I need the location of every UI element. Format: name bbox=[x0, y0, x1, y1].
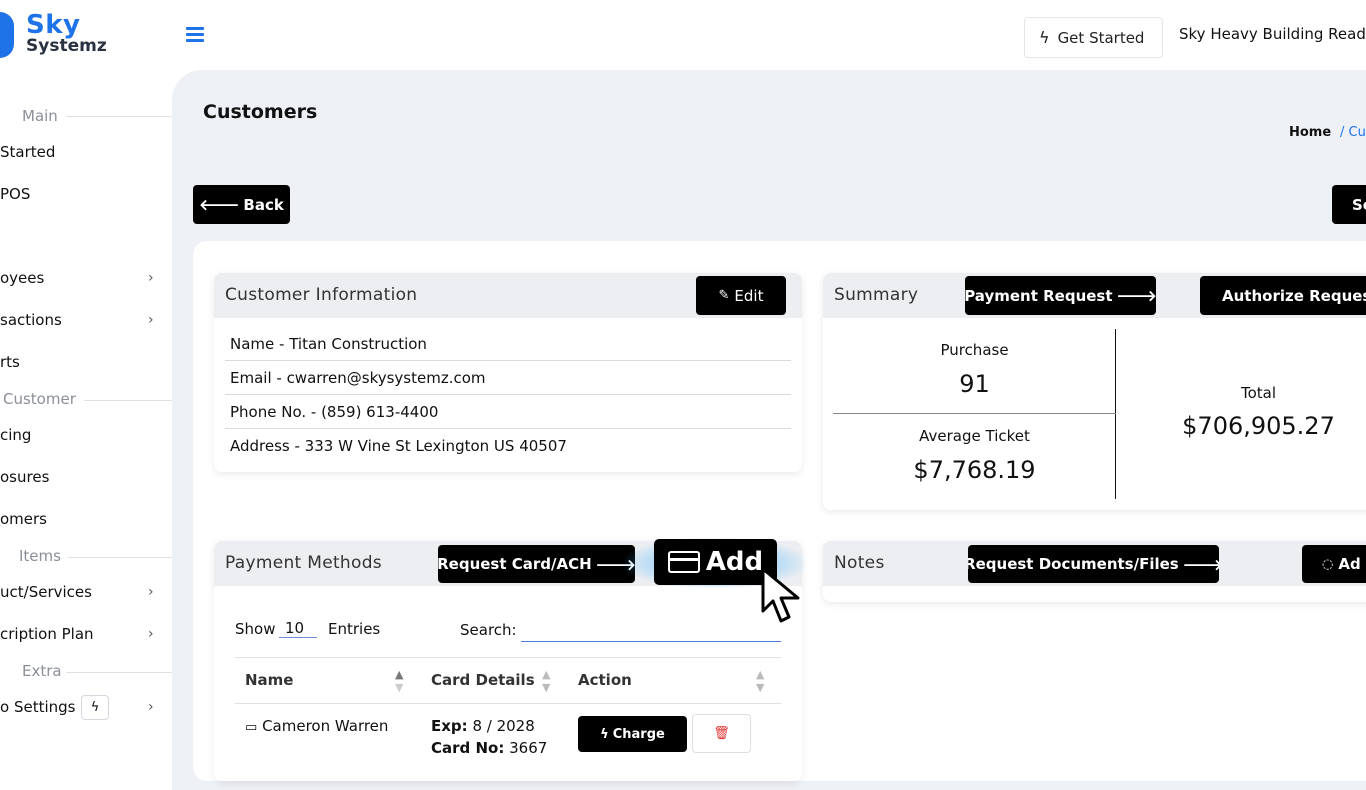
card-expiry: Exp: 8 / 2028 bbox=[431, 717, 535, 735]
column-header-name[interactable]: Name bbox=[245, 671, 293, 689]
header-right-button[interactable]: Se bbox=[1332, 185, 1366, 224]
sidebar-item-closures[interactable]: osures bbox=[0, 468, 49, 486]
bolt-icon: ϟ bbox=[600, 726, 609, 742]
entries-select[interactable]: 10 bbox=[279, 619, 317, 638]
sidebar-item-get-started[interactable]: Started bbox=[0, 143, 55, 161]
average-ticket-value: $7,768.19 bbox=[913, 456, 1036, 484]
get-started-button[interactable]: ϟ Get Started bbox=[1024, 17, 1163, 58]
customer-name: Name - Titan Construction bbox=[225, 327, 791, 361]
company-name[interactable]: Sky Heavy Building Ready bbox=[1179, 25, 1366, 43]
card-title: Customer Information bbox=[225, 285, 418, 305]
logo-mark bbox=[0, 12, 14, 58]
column-header-card-details[interactable]: Card Details bbox=[431, 671, 535, 689]
sidebar-item-pos[interactable]: POS bbox=[0, 185, 30, 203]
credit-card-icon bbox=[667, 551, 700, 573]
search-input[interactable] bbox=[521, 617, 781, 642]
sidebar-item-reports[interactable]: rts bbox=[0, 353, 20, 371]
sort-icon[interactable]: ▲ ▼ bbox=[542, 668, 550, 694]
card-title: Summary bbox=[834, 285, 919, 305]
add-note-button[interactable]: ◌ Ad bbox=[1302, 545, 1366, 583]
bolt-icon: ϟ bbox=[1039, 28, 1050, 47]
card-number: Card No: 3667 bbox=[431, 739, 548, 757]
sidebar-item-employees[interactable]: oyees bbox=[0, 269, 44, 287]
sidebar-section-items: Items bbox=[19, 547, 61, 565]
arrow-left-icon: 🡐 bbox=[199, 196, 240, 214]
chevron-right-icon: › bbox=[148, 699, 154, 715]
sidebar-section-customer: Customer bbox=[3, 390, 76, 408]
divider bbox=[66, 672, 172, 673]
customer-phone: Phone No. - (859) 613-4400 bbox=[225, 395, 791, 429]
sidebar-item-invoicing[interactable]: cing bbox=[0, 426, 31, 444]
sidebar-item-transactions[interactable]: sactions bbox=[0, 311, 62, 329]
trash-icon: 🗑 bbox=[713, 726, 730, 741]
get-started-label: Get Started bbox=[1057, 28, 1145, 47]
total-value: $706,905.27 bbox=[1182, 412, 1335, 440]
customer-email: Email - cwarren@skysystemz.com bbox=[225, 361, 791, 395]
divider bbox=[66, 116, 172, 117]
sidebar-item-customers[interactable]: omers bbox=[0, 510, 47, 528]
arrow-right-icon: 🡒 bbox=[1182, 555, 1219, 574]
edit-icon: ✎ bbox=[718, 288, 730, 303]
column-header-action[interactable]: Action bbox=[578, 671, 632, 689]
purchase-label: Purchase bbox=[940, 341, 1009, 359]
sidebar-section-main: Main bbox=[22, 107, 58, 125]
chat-icon: ◌ bbox=[1322, 556, 1334, 572]
customer-address: Address - 333 W Vine St Lexington US 405… bbox=[230, 437, 567, 455]
chevron-right-icon: › bbox=[148, 270, 154, 286]
back-label: Back bbox=[243, 195, 284, 214]
breadcrumb-current: / Cu bbox=[1340, 125, 1366, 140]
authorize-request-button[interactable]: Authorize Request 🡒 bbox=[1200, 276, 1366, 315]
customer-information-card: Customer Information ✎ Edit Name - Titan… bbox=[214, 273, 802, 472]
search-label: Search: bbox=[460, 621, 517, 639]
summary-card: Summary Payment Request 🡒 Authorize Requ… bbox=[823, 273, 1366, 510]
charge-button[interactable]: ϟ Charge bbox=[578, 716, 687, 752]
sidebar-item-settings[interactable]: o Settings bbox=[0, 698, 75, 716]
divider bbox=[833, 413, 1116, 414]
payment-request-button[interactable]: Payment Request 🡒 bbox=[965, 276, 1156, 315]
breadcrumb-home[interactable]: Home bbox=[1289, 125, 1331, 140]
average-ticket-label: Average Ticket bbox=[919, 427, 1030, 445]
delete-button[interactable]: 🗑 bbox=[692, 714, 751, 753]
page-title: Customers bbox=[203, 101, 318, 123]
edit-button[interactable]: ✎ Edit bbox=[696, 276, 786, 315]
divider bbox=[235, 703, 781, 704]
logo-text-systemz: Systemz bbox=[26, 36, 107, 56]
sidebar-section-extra: Extra bbox=[22, 662, 62, 680]
request-card-ach-button[interactable]: Request Card/ACH 🡒 bbox=[438, 545, 635, 583]
arrow-right-icon: 🡒 bbox=[1116, 287, 1156, 305]
entries-label: Entries bbox=[328, 620, 381, 638]
chevron-right-icon: › bbox=[148, 584, 154, 600]
back-button[interactable]: 🡐 Back bbox=[193, 185, 290, 224]
payment-method-name: ▭ Cameron Warren bbox=[245, 717, 389, 735]
divider bbox=[68, 557, 172, 558]
total-label: Total bbox=[1240, 384, 1277, 402]
divider bbox=[235, 657, 781, 658]
purchase-value: 91 bbox=[959, 370, 990, 398]
show-label: Show bbox=[235, 620, 276, 638]
credit-card-icon: ▭ bbox=[245, 720, 258, 735]
sidebar-item-product-services[interactable]: uct/Services bbox=[0, 583, 92, 601]
sidebar-item-subscription-plan[interactable]: cription Plan bbox=[0, 625, 94, 643]
menu-toggle-icon[interactable] bbox=[186, 27, 204, 43]
bolt-icon: ϟ bbox=[81, 695, 109, 720]
chevron-right-icon: › bbox=[148, 626, 154, 642]
add-payment-method-button[interactable]: Add bbox=[654, 539, 777, 585]
chevron-right-icon: › bbox=[148, 312, 154, 328]
card-title: Payment Methods bbox=[225, 553, 382, 573]
sort-icon[interactable]: ▲ ▼ bbox=[395, 668, 403, 694]
notes-card: Notes Request Documents/Files 🡒 ◌ Ad bbox=[823, 541, 1366, 602]
sort-icon[interactable]: ▲ ▼ bbox=[756, 668, 764, 694]
mouse-cursor-icon bbox=[761, 567, 800, 623]
request-documents-button[interactable]: Request Documents/Files 🡒 bbox=[968, 545, 1219, 583]
card-title: Notes bbox=[834, 553, 885, 573]
divider bbox=[84, 400, 172, 401]
